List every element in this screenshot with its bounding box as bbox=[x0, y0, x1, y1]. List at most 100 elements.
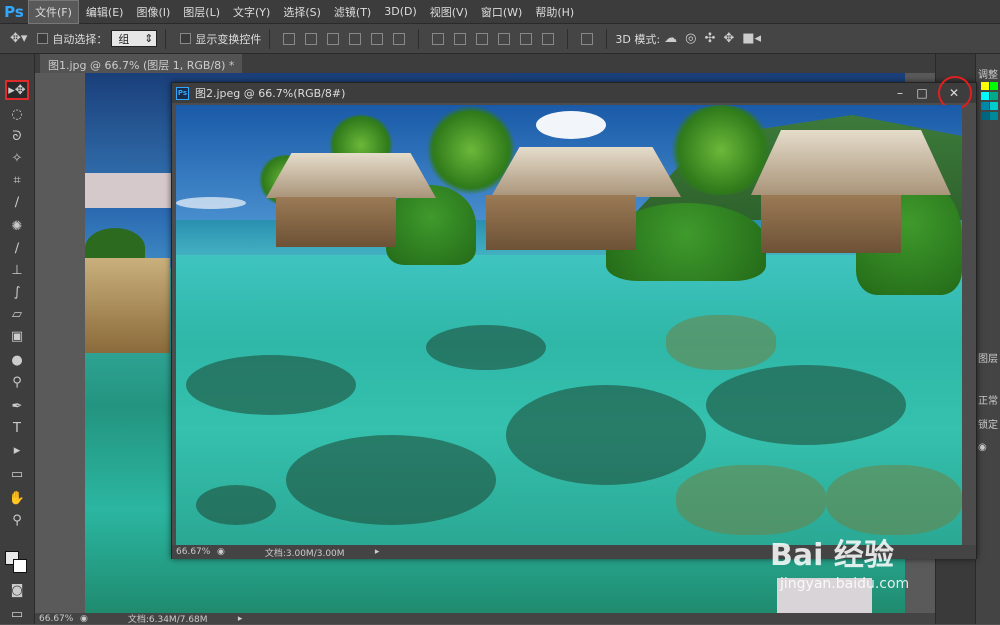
swatch-teal[interactable] bbox=[990, 92, 998, 100]
3d-scale-icon[interactable]: ■◂ bbox=[742, 31, 761, 46]
lock-label: 锁定 bbox=[978, 420, 998, 431]
coral-reef bbox=[186, 355, 356, 415]
auto-align-icon[interactable] bbox=[581, 32, 594, 45]
hut bbox=[276, 197, 396, 247]
tools-panel: ▸✥ ◌ ᘐ ✧ ⌗ ∕ ✺ ∕ ⊥ ∫ ▱ ▣ ● ⚲ ✒ T ▸ ▭ ✋ ⚲… bbox=[0, 54, 35, 624]
menu-select[interactable]: 选择(S) bbox=[277, 1, 327, 23]
swatch-dark-blue[interactable] bbox=[981, 112, 989, 120]
status-icon: ◉ bbox=[80, 613, 88, 624]
show-transform-label: 显示变换控件 bbox=[195, 32, 262, 46]
hand-tool-icon[interactable]: ✋ bbox=[5, 488, 29, 508]
3d-slide-icon[interactable]: ✥ bbox=[723, 31, 734, 46]
rectangle-tool-icon[interactable]: ▭ bbox=[5, 464, 29, 484]
distribute-top-icon[interactable] bbox=[432, 32, 445, 45]
move-tool-icon[interactable]: ▸✥ bbox=[5, 80, 29, 100]
quick-mask-icon[interactable]: ◙ bbox=[5, 580, 29, 600]
menu-bar: Ps 文件(F) 编辑(E) 图像(I) 图层(L) 文字(Y) 选择(S) 滤… bbox=[0, 0, 1000, 24]
eraser-tool-icon[interactable]: ▱ bbox=[5, 304, 29, 324]
cloud bbox=[536, 111, 606, 139]
eyedropper-tool-icon[interactable]: ∕ bbox=[5, 192, 29, 212]
align-left-icon[interactable] bbox=[349, 32, 362, 45]
magic-wand-tool-icon[interactable]: ✧ bbox=[5, 148, 29, 168]
type-tool-icon[interactable]: T bbox=[5, 418, 29, 438]
document-tabs: 图1.jpg @ 66.7% (图层 1, RGB/8) * bbox=[35, 54, 935, 73]
float-zoom-level[interactable]: 66.67% bbox=[172, 547, 217, 557]
background-color-swatch[interactable] bbox=[13, 559, 27, 573]
align-top-icon[interactable] bbox=[283, 32, 296, 45]
blend-mode[interactable]: 正常 bbox=[978, 392, 998, 407]
clone-stamp-tool-icon[interactable]: ⊥ bbox=[5, 260, 29, 280]
3d-pan-icon[interactable]: ✣ bbox=[704, 31, 715, 46]
coral-reef bbox=[676, 465, 826, 535]
watermark-url: jingyan.baidu.com bbox=[780, 576, 910, 592]
blur-tool-icon[interactable]: ● bbox=[5, 350, 29, 370]
swatch-green[interactable] bbox=[990, 82, 998, 90]
distribute-left-icon[interactable] bbox=[498, 32, 511, 45]
distribute-right-icon[interactable] bbox=[542, 32, 555, 45]
bg-zoom-level[interactable]: 66.67% bbox=[35, 614, 80, 624]
swatch-yellow[interactable] bbox=[981, 82, 989, 90]
auto-select-dropdown[interactable]: 组 ⇕ bbox=[111, 30, 158, 47]
distribute-hcenter-icon[interactable] bbox=[520, 32, 533, 45]
zoom-tool-icon[interactable]: ⚲ bbox=[5, 510, 29, 530]
distribute-bottom-icon[interactable] bbox=[476, 32, 489, 45]
gradient-tool-icon[interactable]: ▣ bbox=[5, 326, 29, 346]
menu-window[interactable]: 窗口(W) bbox=[475, 1, 528, 23]
hut-roof bbox=[751, 130, 951, 195]
brush-tool-icon[interactable]: ∕ bbox=[5, 238, 29, 258]
align-right-icon[interactable] bbox=[393, 32, 406, 45]
menu-image[interactable]: 图像(I) bbox=[130, 1, 176, 23]
maximize-button[interactable]: □ bbox=[912, 85, 932, 101]
auto-select-checkbox[interactable] bbox=[37, 33, 49, 44]
document-canvas-photo[interactable] bbox=[176, 105, 962, 545]
coral-reef bbox=[706, 365, 906, 445]
floating-document-window[interactable]: Ps 图2.jpeg @ 66.7%(RGB/8#) – □ ✕ 66.67% … bbox=[171, 76, 977, 559]
coral-reef bbox=[506, 385, 706, 485]
bg-hut bbox=[85, 258, 170, 353]
menu-3d[interactable]: 3D(D) bbox=[378, 2, 423, 21]
crop-tool-icon[interactable]: ⌗ bbox=[5, 170, 29, 190]
minimize-button[interactable]: – bbox=[890, 85, 910, 101]
swatch-aqua[interactable] bbox=[990, 102, 998, 110]
auto-select-value: 组 bbox=[118, 32, 130, 46]
cloud bbox=[176, 197, 246, 209]
align-vcenter-icon[interactable] bbox=[305, 32, 318, 45]
3d-roll-icon[interactable]: ◎ bbox=[685, 31, 696, 46]
coral-reef bbox=[666, 315, 776, 370]
history-brush-tool-icon[interactable]: ∫ bbox=[5, 282, 29, 302]
menu-file[interactable]: 文件(F) bbox=[28, 0, 79, 24]
marquee-tool-icon[interactable]: ◌ bbox=[5, 104, 29, 124]
distribute-vcenter-icon[interactable] bbox=[454, 32, 467, 45]
divider bbox=[418, 28, 420, 49]
screen-mode-icon[interactable]: ▭ bbox=[5, 604, 29, 624]
right-panel: 调整 图层 正常 锁定 ◉ bbox=[975, 54, 1000, 624]
status-arrow-icon[interactable]: ▸ bbox=[375, 547, 380, 557]
eye-icon[interactable]: ◉ bbox=[978, 442, 987, 453]
layers-tab[interactable]: 图层 bbox=[978, 350, 998, 365]
menu-view[interactable]: 视图(V) bbox=[424, 1, 474, 23]
coral-reef bbox=[826, 465, 962, 535]
status-arrow-icon[interactable]: ▸ bbox=[238, 614, 243, 624]
divider bbox=[567, 28, 569, 49]
menu-type[interactable]: 文字(Y) bbox=[227, 1, 276, 23]
show-transform-checkbox[interactable] bbox=[180, 33, 192, 44]
swatch-ocean[interactable] bbox=[990, 112, 998, 120]
3d-rotate-icon[interactable]: ☁ bbox=[664, 31, 677, 46]
menu-help[interactable]: 帮助(H) bbox=[529, 1, 580, 23]
pen-tool-icon[interactable]: ✒ bbox=[5, 396, 29, 416]
window-title-bar[interactable]: Ps 图2.jpeg @ 66.7%(RGB/8#) – □ ✕ bbox=[172, 76, 976, 110]
menu-edit[interactable]: 编辑(E) bbox=[80, 1, 130, 23]
menu-filter[interactable]: 滤镜(T) bbox=[328, 1, 377, 23]
adjust-tab[interactable]: 调整 bbox=[978, 66, 998, 81]
move-tool-preset-icon[interactable]: ✥▾ bbox=[10, 31, 27, 46]
dodge-tool-icon[interactable]: ⚲ bbox=[5, 372, 29, 392]
swatch-cyan[interactable] bbox=[981, 92, 989, 100]
healing-brush-tool-icon[interactable]: ✺ bbox=[5, 216, 29, 236]
align-hcenter-icon[interactable] bbox=[371, 32, 384, 45]
tab-document-1[interactable]: 图1.jpg @ 66.7% (图层 1, RGB/8) * bbox=[40, 54, 243, 73]
path-selection-tool-icon[interactable]: ▸ bbox=[5, 440, 29, 460]
lasso-tool-icon[interactable]: ᘐ bbox=[5, 126, 29, 146]
swatch-blue[interactable] bbox=[981, 102, 989, 110]
align-bottom-icon[interactable] bbox=[327, 32, 340, 45]
menu-layer[interactable]: 图层(L) bbox=[177, 1, 226, 23]
